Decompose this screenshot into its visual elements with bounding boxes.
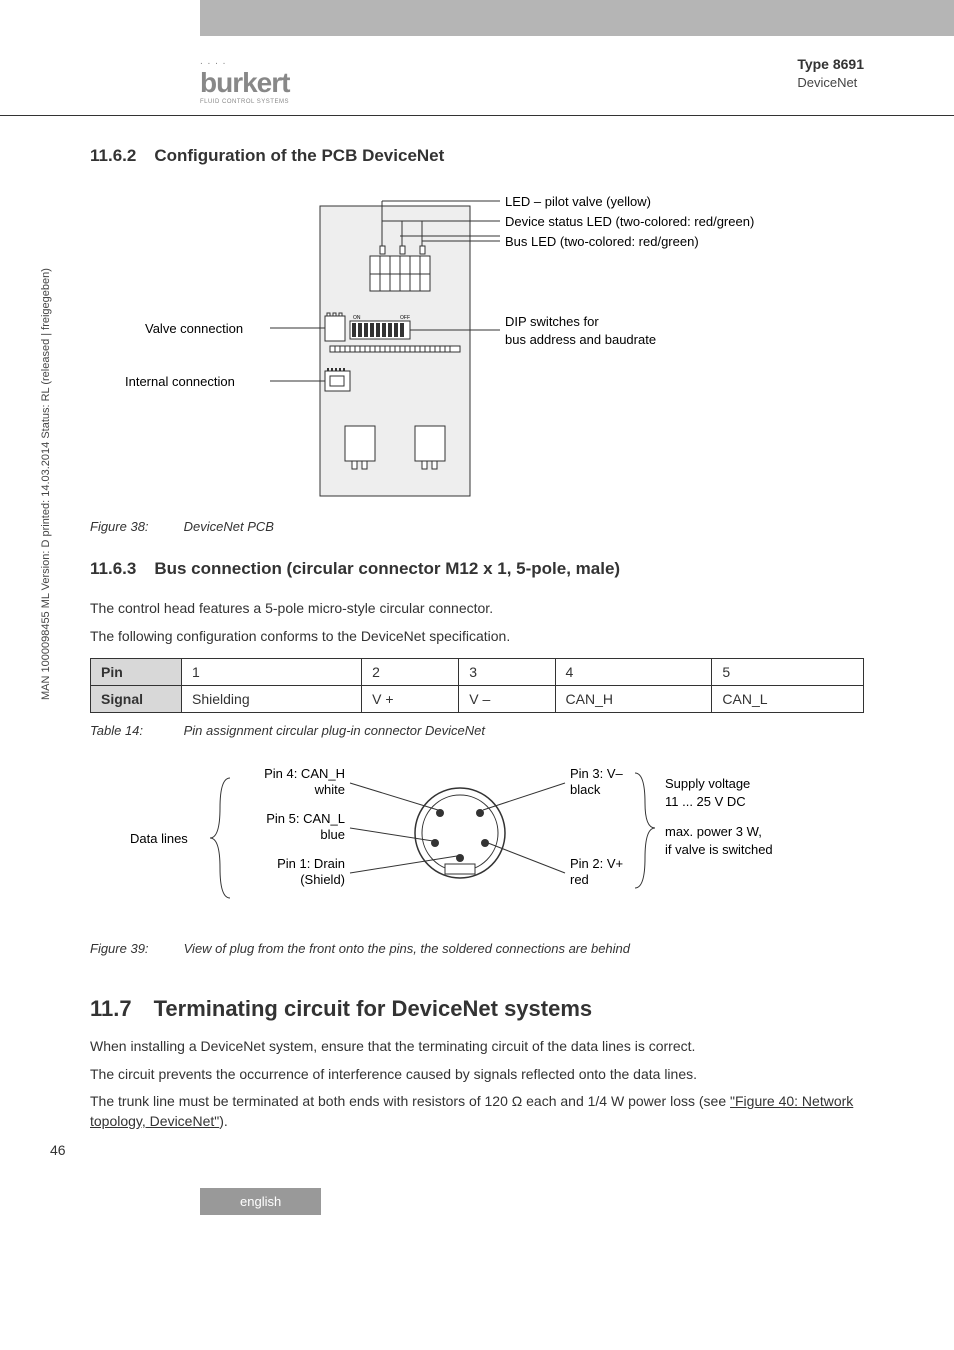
figure-39-connector: Data lines Pin 4: CAN_H white Pin 5: CAN… [90, 758, 850, 928]
page-number: 46 [50, 1142, 954, 1158]
p-11-6-3-1: The control head features a 5-pole micro… [90, 599, 864, 619]
pin-cell: 4 [555, 659, 712, 686]
fig39-caption-label: Figure 39: [90, 941, 180, 956]
footer-language: english [200, 1188, 321, 1215]
logo-main: burkert [200, 67, 289, 99]
table-14-caption: Table 14: Pin assignment circular plug-i… [90, 723, 864, 738]
pin-cell: 1 [182, 659, 362, 686]
fig38-internal-conn: Internal connection [125, 374, 235, 389]
heading-num: 11.6.3 [90, 559, 136, 579]
top-bar-right [200, 0, 954, 36]
header-right: Type 8691 DeviceNet [797, 56, 864, 90]
pin-cell: 2 [362, 659, 459, 686]
pin-label: Pin [91, 659, 182, 686]
fig39-supply2: 11 ... 25 V DC [665, 794, 746, 809]
fig39-pin2-l2: red [570, 872, 589, 887]
footer: english [0, 1188, 954, 1215]
top-bar-left [0, 0, 200, 36]
fig39-pin5-l1: Pin 5: CAN_L [266, 811, 345, 826]
fig39-pin2-l1: Pin 2: V+ [570, 856, 623, 871]
fig39-caption-text: View of plug from the front onto the pin… [184, 941, 630, 956]
figure-39-caption: Figure 39: View of plug from the front o… [90, 941, 864, 956]
fig39-pin4-l1: Pin 4: CAN_H [264, 766, 345, 781]
fig39-supply3: max. power 3 W, [665, 824, 762, 839]
fig38-dip1: DIP switches for [505, 314, 599, 329]
fig39-pin4-l2: white [314, 782, 345, 797]
fig38-caption-text: DeviceNet PCB [184, 519, 274, 534]
fig38-dip2: bus address and baudrate [505, 332, 656, 347]
fig39-pin3-l1: Pin 3: V– [570, 766, 624, 781]
header-subtitle: DeviceNet [797, 75, 864, 90]
figure-38-pcb: LED – pilot valve (yellow) Device status… [90, 186, 850, 506]
fig39-supply4: if valve is switched [665, 842, 773, 857]
fig39-supply1: Supply voltage [665, 776, 750, 791]
signal-cell: CAN_L [712, 686, 864, 713]
top-bar [0, 0, 954, 36]
heading-num: 11.6.2 [90, 146, 136, 166]
signal-cell: V + [362, 686, 459, 713]
p3b: each and 1/4 W power loss (see [522, 1093, 730, 1109]
p3c: ). [219, 1113, 228, 1129]
fig38-bus-led: Bus LED (two-colored: red/green) [505, 234, 699, 249]
table14-caption-label: Table 14: [90, 723, 180, 738]
fig38-off-label: OFF [400, 315, 410, 321]
signal-cell: V – [459, 686, 555, 713]
fig39-pin1-l2: (Shield) [300, 872, 345, 887]
heading-title: Terminating circuit for DeviceNet system… [154, 996, 593, 1021]
heading-11-6-3: 11.6.3 Bus connection (circular connector… [90, 559, 864, 579]
fig38-led-pilot: LED – pilot valve (yellow) [505, 194, 651, 209]
pin-cell: 5 [712, 659, 864, 686]
fig39-pin1-l1: Pin 1: Drain [277, 856, 345, 871]
heading-title: Configuration of the PCB DeviceNet [154, 146, 444, 165]
heading-title: Bus connection (circular connector M12 x… [154, 559, 620, 578]
signal-cell: CAN_H [555, 686, 712, 713]
logo: . . . . burkert FLUID CONTROL SYSTEMS [200, 56, 289, 105]
signal-label: Signal [91, 686, 182, 713]
heading-11-7: 11.7 Terminating circuit for DeviceNet sy… [90, 996, 864, 1022]
logo-dots: . . . . [200, 56, 289, 67]
heading-num: 11.7 [90, 996, 132, 1022]
side-meta: MAN 1000098455 ML Version: D printed: 14… [40, 268, 52, 700]
fig39-pin3-l2: black [570, 782, 601, 797]
fig38-valve-conn: Valve connection [145, 321, 243, 336]
p-11-7-1: When installing a DeviceNet system, ensu… [90, 1037, 864, 1057]
fig39-data-lines: Data lines [130, 831, 188, 846]
page-header: . . . . burkert FLUID CONTROL SYSTEMS Ty… [0, 36, 954, 116]
table-row: Pin 1 2 3 4 5 [91, 659, 864, 686]
fig39-pin5-l2: blue [320, 827, 345, 842]
p-11-7-2: The circuit prevents the occurrence of i… [90, 1065, 864, 1085]
table-row: Signal Shielding V + V – CAN_H CAN_L [91, 686, 864, 713]
table14-caption-text: Pin assignment circular plug-in connecto… [184, 723, 485, 738]
logo-sub: FLUID CONTROL SYSTEMS [200, 99, 289, 105]
heading-11-6-2: 11.6.2 Configuration of the PCB DeviceNet [90, 146, 864, 166]
pin-cell: 3 [459, 659, 555, 686]
table-14: Pin 1 2 3 4 5 Signal Shielding V + V – C… [90, 658, 864, 713]
fig38-device-status: Device status LED (two-colored: red/gree… [505, 214, 754, 229]
content: 11.6.2 Configuration of the PCB DeviceNet… [0, 146, 954, 1132]
p-11-6-3-2: The following configuration conforms to … [90, 627, 864, 647]
header-type: Type 8691 [797, 56, 864, 72]
p3a: The trunk line must be terminated at bot… [90, 1093, 512, 1109]
p-11-7-3: The trunk line must be terminated at bot… [90, 1092, 864, 1131]
fig38-caption-label: Figure 38: [90, 519, 180, 534]
figure-38-caption: Figure 38: DeviceNet PCB [90, 519, 864, 534]
signal-cell: Shielding [182, 686, 362, 713]
fig38-on-label: ON [353, 315, 361, 321]
